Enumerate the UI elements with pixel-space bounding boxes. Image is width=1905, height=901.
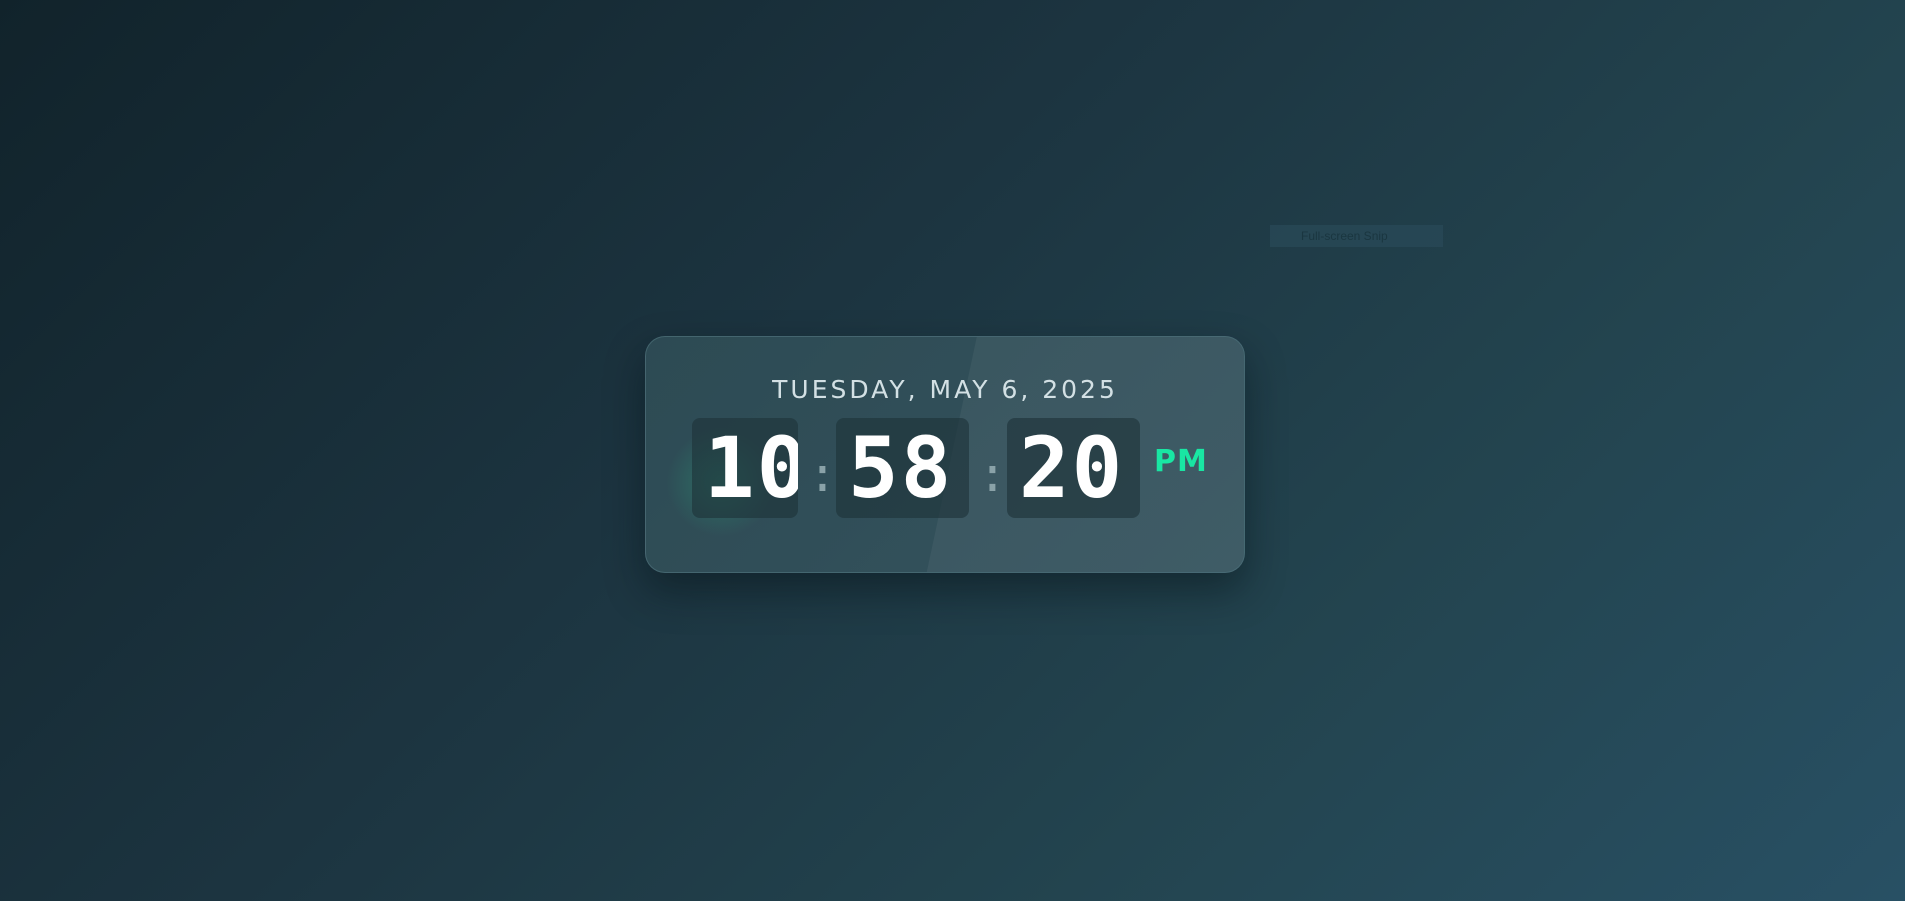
colon-separator: : <box>978 447 1007 503</box>
hours-value: 10 <box>704 419 798 517</box>
colon-separator: : <box>808 447 837 503</box>
snip-tooltip: Full-screen Snip <box>1270 225 1443 247</box>
seconds-box: 20 <box>1007 418 1140 518</box>
seconds-value: 20 <box>1019 419 1125 517</box>
minutes-value: 58 <box>848 419 954 517</box>
minutes-box: 58 <box>836 418 969 518</box>
am-pm-indicator: PM <box>1154 444 1208 479</box>
hours-box: 10 <box>692 418 798 518</box>
clock-card: TUESDAY, MAY 6, 2025 10 : 58 : 20 PM <box>645 336 1245 573</box>
clock-date: TUESDAY, MAY 6, 2025 <box>772 375 1118 404</box>
